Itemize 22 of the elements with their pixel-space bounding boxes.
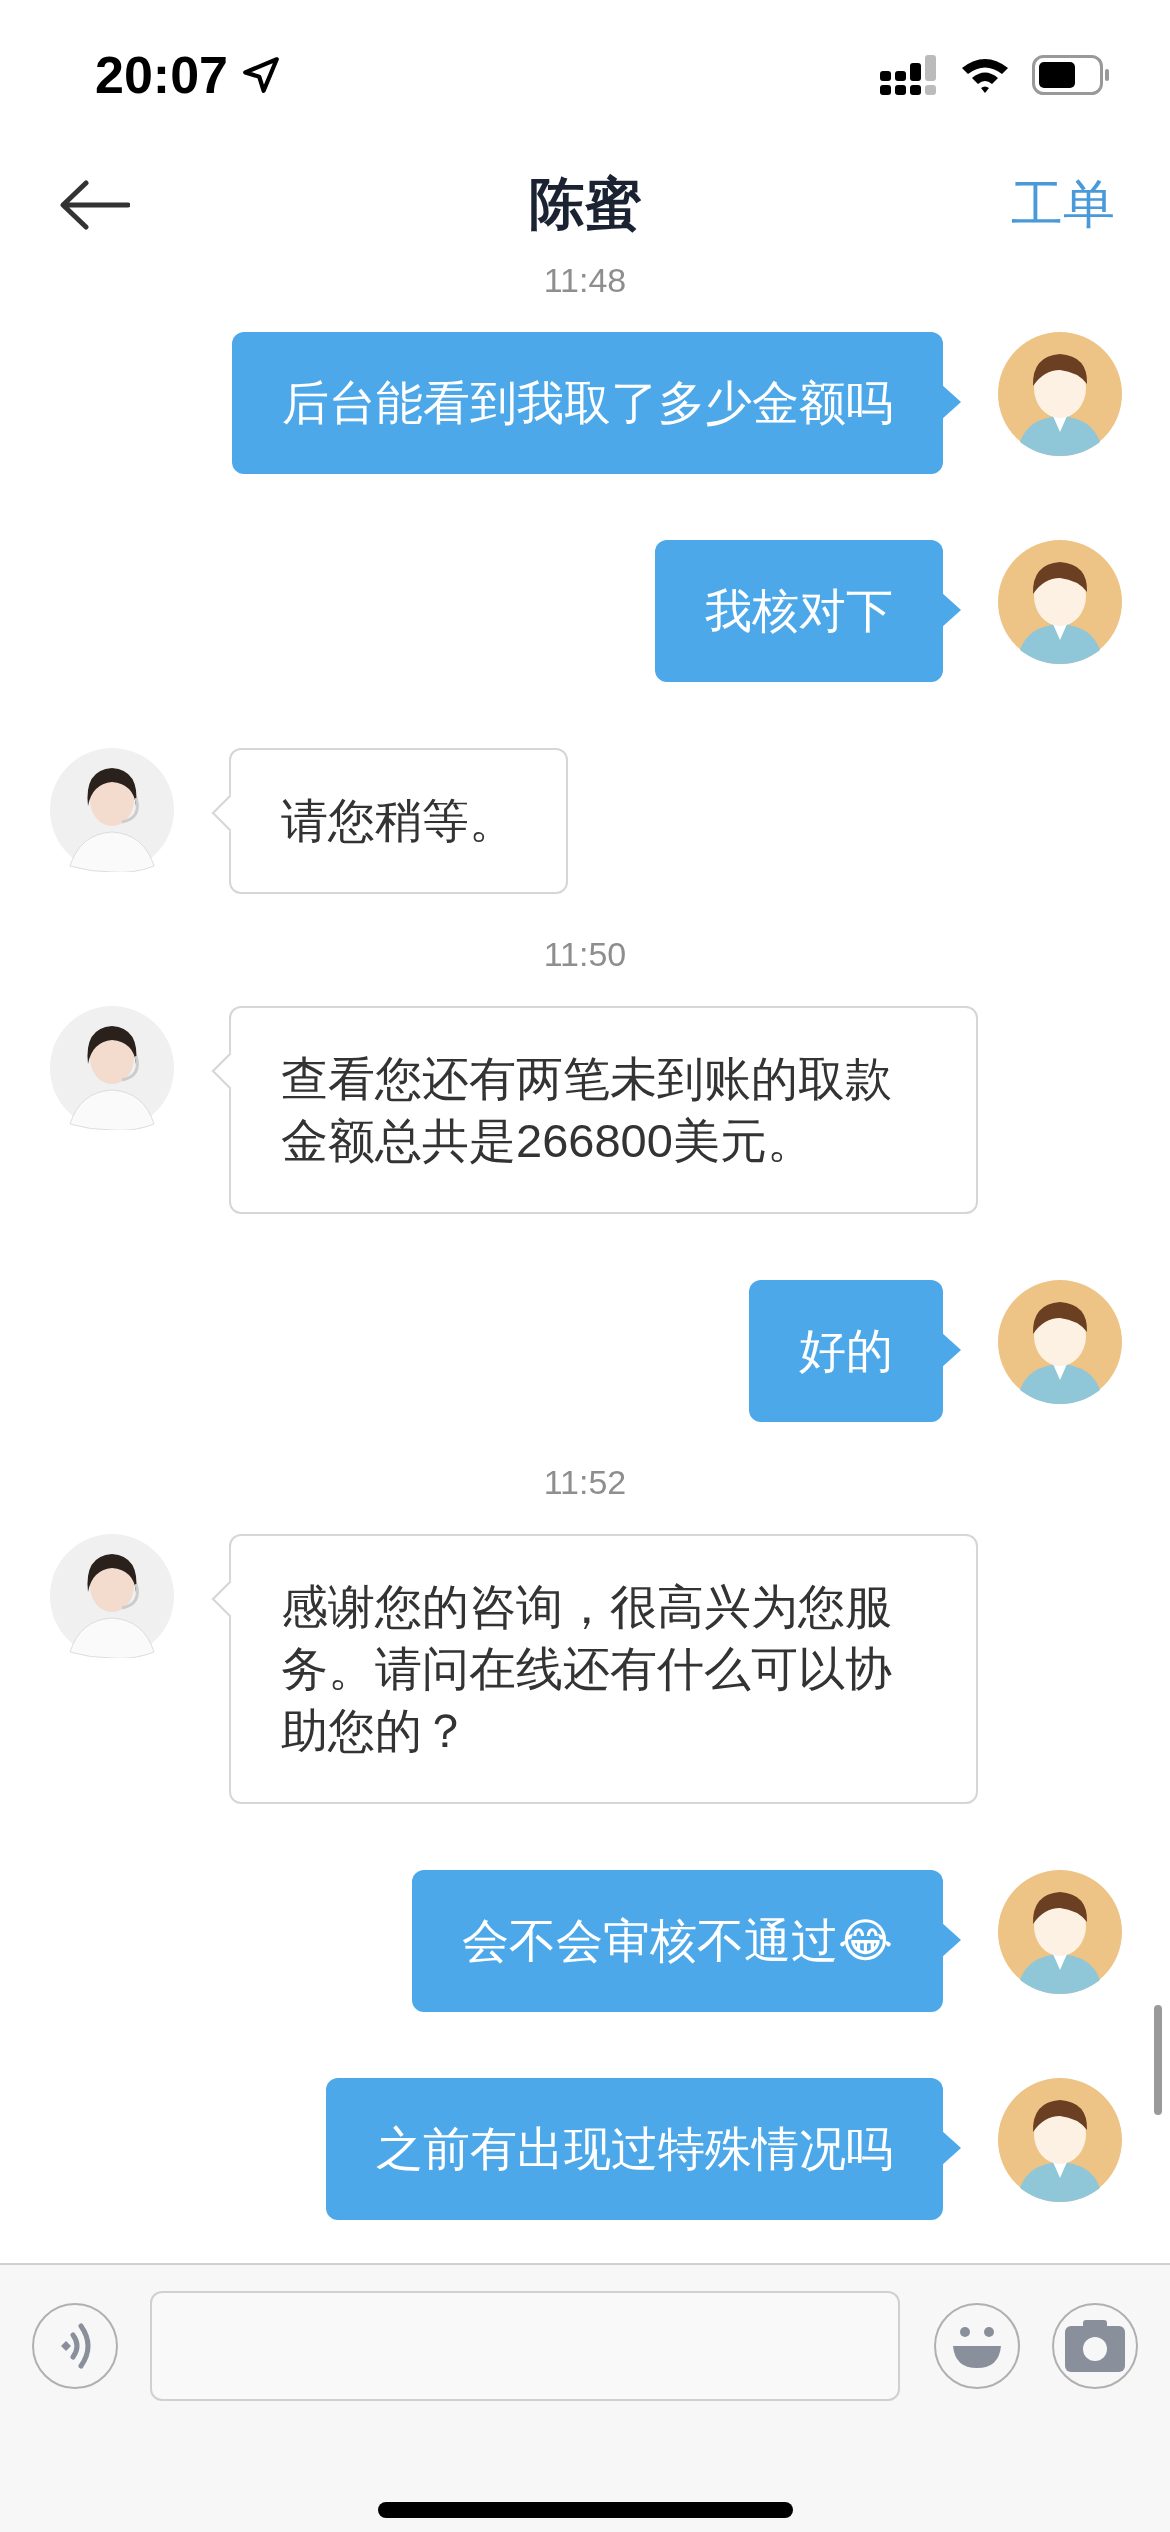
timestamp: 11:50	[543, 935, 627, 973]
camera-icon	[1063, 2318, 1127, 2374]
timestamp: 11:52	[543, 1463, 627, 1501]
wifi-icon	[960, 56, 1010, 94]
bubble-tail	[941, 2130, 961, 2166]
timestamp: 11:48	[543, 261, 627, 299]
location-icon	[240, 54, 282, 96]
camera-button[interactable]	[1052, 2303, 1138, 2389]
bubble-tail	[941, 384, 961, 420]
battery-icon	[1032, 55, 1110, 95]
back-button[interactable]	[58, 180, 130, 230]
ticket-link[interactable]: 工单	[1011, 170, 1115, 240]
chat-title: 陈蜜	[529, 172, 641, 235]
bubble-tail	[941, 1332, 961, 1368]
status-time: 20:07	[95, 45, 228, 105]
emoji-button[interactable]	[934, 2303, 1020, 2389]
signal-icon	[880, 55, 938, 95]
bubble-tail	[941, 1922, 961, 1958]
message-input[interactable]	[150, 2291, 900, 2401]
back-arrow-icon	[58, 180, 130, 230]
voice-button[interactable]	[32, 2303, 118, 2389]
bubble-tail	[941, 592, 961, 628]
